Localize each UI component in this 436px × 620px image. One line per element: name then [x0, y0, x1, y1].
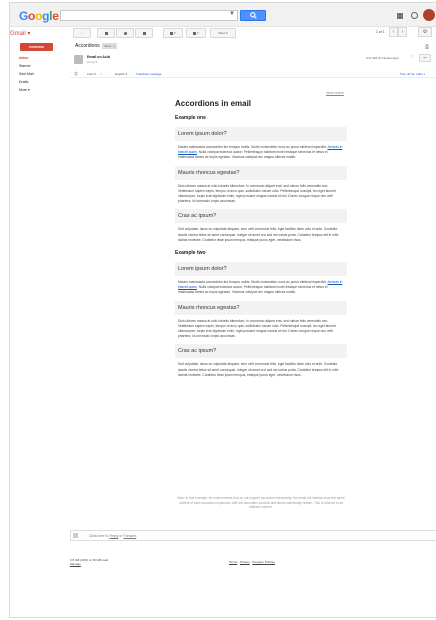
inbox-label-badge[interactable]: Inbox x: [102, 43, 117, 49]
paragraph-text: Mauris malesuada consectetur leo tempus …: [178, 280, 328, 285]
folder-icon: [170, 31, 174, 35]
sidebar-item-inbox[interactable]: Inbox: [18, 54, 34, 62]
google-logo[interactable]: Google: [19, 9, 59, 23]
email-body: Accordions in email Example one Lorem ip…: [175, 99, 347, 383]
accordion-header[interactable]: Mauris rhoncus egestas?: [175, 300, 347, 315]
spam-icon: [123, 31, 127, 35]
label-text: Inbox: [104, 44, 112, 48]
search-button[interactable]: [240, 10, 266, 21]
target-language-select[interactable]: English ▾: [115, 72, 127, 76]
settings-button[interactable]: ⚙: [418, 27, 432, 37]
star-icon[interactable]: ☆: [410, 54, 414, 60]
manage-link[interactable]: Manage: [70, 562, 108, 566]
accordion-content: Duis ultrices massa at odio lobortis bib…: [178, 183, 336, 204]
source-language-select[interactable]: Latin ▾: [87, 72, 96, 76]
accordion-content: Duis ultrices massa at odio lobortis bib…: [178, 318, 336, 339]
delete-button[interactable]: [135, 28, 153, 38]
view-online-link[interactable]: View online: [326, 91, 344, 95]
accordion-header[interactable]: Cras ac ipsum?: [175, 209, 347, 224]
sidebar-nav: Inbox Starred Sent Mail Drafts More ▾: [18, 54, 34, 94]
logo-letter: g: [42, 9, 50, 23]
newer-button[interactable]: ‹: [389, 27, 398, 37]
chevron-down-icon[interactable]: ▼: [229, 11, 235, 17]
logo-letter: G: [19, 9, 29, 23]
terms-link[interactable]: Terms: [229, 560, 237, 564]
top-bar: Google ▼: [10, 3, 436, 27]
compose-button[interactable]: COMPOSE: [20, 43, 53, 51]
translate-message-link[interactable]: Translate message: [136, 72, 161, 76]
trash-icon: [142, 31, 146, 35]
move-to-button[interactable]: ▾: [163, 28, 183, 38]
reply-prompt: Click here to Reply or Forward: [89, 534, 136, 538]
gmail-menu[interactable]: Gmail ▾: [10, 30, 30, 37]
privacy-link[interactable]: Privacy: [240, 560, 250, 564]
accordion-header[interactable]: Mauris rhoncus egestas?: [175, 165, 347, 180]
translate-arrow: >: [100, 72, 102, 76]
back-button[interactable]: ←: [73, 28, 91, 38]
accordion-header[interactable]: Cras ac ipsum?: [175, 344, 347, 359]
footer-links: Terms - Privacy - Program Policies: [229, 560, 275, 564]
paragraph-text: . Nulla volutpat euismod auctor. Pellent…: [178, 150, 328, 160]
sidebar-item-drafts[interactable]: Drafts: [18, 78, 34, 86]
sidebar-item-starred[interactable]: Starred: [18, 62, 34, 70]
apps-grid-icon[interactable]: [397, 13, 403, 19]
paging-text: 1 of 1: [376, 30, 385, 34]
accordion-content: Sed vulputate, lacus eu vulputate aliqua…: [178, 362, 339, 377]
logo-letter: o: [35, 9, 43, 23]
archive-icon: [104, 31, 108, 35]
archive-button[interactable]: [97, 28, 115, 38]
sender-avatar: [74, 55, 83, 64]
turn-off-translate-link[interactable]: Turn off for: Latin ×: [400, 72, 425, 76]
translate-bar: 文 Latin ▾ > English ▾ Translate message …: [70, 70, 436, 78]
search-icon: [250, 12, 257, 19]
logo-letter: o: [28, 9, 36, 23]
older-button[interactable]: ›: [398, 27, 407, 37]
storage-usage: 3.5 GB (23%) of 15 GB used Manage: [70, 558, 108, 566]
print-icon[interactable]: ⎙: [425, 44, 429, 50]
accordion-header[interactable]: Lorem ipsum dolor?: [175, 127, 347, 141]
paragraph-text: . Nulla volutpat euismod auctor. Pellent…: [178, 285, 328, 295]
gear-icon: ⚙: [422, 29, 428, 35]
accordion-content: Mauris malesuada consectetur leo tempus …: [175, 276, 347, 301]
paragraph-text: Mauris malesuada consectetur leo tempus …: [178, 145, 328, 149]
account-avatar[interactable]: [423, 9, 435, 21]
example-heading: Example two: [175, 250, 206, 257]
notifications-icon[interactable]: [411, 12, 418, 19]
example-heading: Example one: [175, 115, 206, 121]
sidebar-item-sent-mail[interactable]: Sent Mail: [18, 70, 34, 78]
logo-letter: e: [52, 9, 59, 23]
label-icon: [193, 31, 197, 35]
message-time: 2:17 AM (0 minutes ago): [366, 56, 399, 60]
remove-label-icon[interactable]: x: [113, 44, 115, 48]
more-button[interactable]: More ▾: [210, 28, 236, 38]
sender-name[interactable]: Email on Acid: [87, 55, 110, 59]
forward-link[interactable]: Forward: [123, 534, 136, 538]
user-avatar: [73, 533, 78, 538]
search-input[interactable]: ▼: [60, 10, 238, 21]
accordion-header[interactable]: Lorem ipsum dolor?: [175, 262, 347, 277]
message-subject: Accordions: [75, 43, 100, 49]
email-title: Accordions in email: [175, 99, 252, 108]
accordion-content: Sed vulputate, lacus eu vulputate aliqua…: [178, 227, 339, 242]
accordion-content: Mauris malesuada consectetur leo tempus …: [175, 141, 347, 166]
reply-button[interactable]: ↩: [419, 54, 431, 62]
fallback-note: Note: in this example, for environments …: [177, 496, 345, 510]
program-policies-link[interactable]: Program Policies: [252, 560, 275, 564]
recipient-details[interactable]: to me ▾: [87, 60, 97, 64]
labels-button[interactable]: ▾: [186, 28, 206, 38]
spam-button[interactable]: [116, 28, 134, 38]
sidebar-item-more[interactable]: More ▾: [18, 86, 34, 94]
reply-prefix: Click here to: [89, 534, 110, 538]
translate-icon: 文: [74, 71, 78, 76]
